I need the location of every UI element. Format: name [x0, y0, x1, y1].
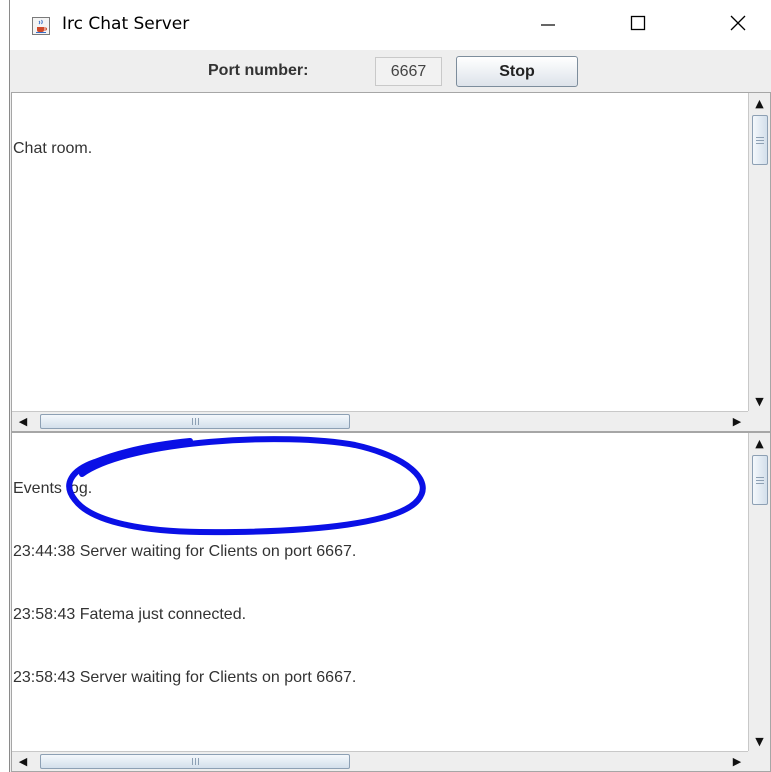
grip-line: [195, 418, 196, 425]
chat-room-text[interactable]: Chat room.: [13, 96, 746, 201]
app-window: Irc Chat Server Port number: 6667 Stop C…: [9, 0, 771, 772]
chat-horizontal-scrollbar[interactable]: ◀ ▶: [12, 411, 748, 431]
scroll-down-arrow-icon[interactable]: ▼: [749, 391, 770, 411]
chat-room-pane: Chat room. ▲ ▼ ◀ ▶: [11, 92, 771, 432]
scrollbar-corner: [748, 411, 770, 431]
grip-line: [756, 480, 764, 481]
maximize-button[interactable]: [606, 0, 670, 50]
log-horizontal-scrollbar[interactable]: ◀ ▶: [12, 751, 748, 771]
minimize-button[interactable]: [516, 0, 580, 50]
grip-line: [756, 140, 764, 141]
log-line: 23:44:38 Server waiting for Clients on p…: [13, 543, 357, 560]
port-label: Port number:: [208, 62, 309, 79]
java-cup-icon: [32, 17, 50, 35]
chat-vertical-scroll-thumb[interactable]: [752, 115, 768, 165]
grip-line: [195, 758, 196, 765]
scrollbar-corner: [748, 751, 770, 771]
events-log-text[interactable]: Events log. 23:44:38 Server waiting for …: [13, 436, 746, 730]
window-title: Irc Chat Server: [62, 14, 190, 34]
scroll-left-arrow-icon[interactable]: ◀: [12, 412, 34, 431]
scroll-left-arrow-icon[interactable]: ◀: [12, 752, 34, 771]
events-log-pane: Events log. 23:44:38 Server waiting for …: [11, 432, 771, 772]
chat-horizontal-scroll-thumb[interactable]: [40, 414, 350, 429]
grip-line: [192, 758, 193, 765]
minimize-icon: [540, 15, 556, 35]
log-line: 23:58:43 Server waiting for Clients on p…: [13, 669, 357, 686]
scroll-right-arrow-icon[interactable]: ▶: [726, 412, 748, 431]
grip-line: [198, 418, 199, 425]
title-bar[interactable]: Irc Chat Server: [10, 0, 771, 50]
log-vertical-scrollbar[interactable]: ▲ ▼: [748, 433, 770, 751]
chat-line: Chat room.: [13, 140, 93, 157]
scroll-up-arrow-icon[interactable]: ▲: [749, 433, 770, 453]
log-line: 23:58:43 Fatema just connected.: [13, 606, 247, 623]
toolbar: Port number: 6667 Stop: [10, 50, 771, 92]
maximize-icon: [630, 15, 646, 35]
close-icon: [729, 14, 747, 36]
scroll-right-arrow-icon[interactable]: ▶: [726, 752, 748, 771]
log-vertical-scroll-thumb[interactable]: [752, 455, 768, 505]
grip-line: [192, 418, 193, 425]
grip-line: [756, 137, 764, 138]
stop-button[interactable]: Stop: [456, 56, 578, 87]
grip-line: [756, 477, 764, 478]
log-line: Events log.: [13, 480, 93, 497]
scroll-up-arrow-icon[interactable]: ▲: [749, 93, 770, 113]
scroll-down-arrow-icon[interactable]: ▼: [749, 731, 770, 751]
grip-line: [756, 143, 764, 144]
grip-line: [198, 758, 199, 765]
port-number-field[interactable]: 6667: [375, 57, 442, 86]
grip-line: [756, 483, 764, 484]
chat-vertical-scrollbar[interactable]: ▲ ▼: [748, 93, 770, 411]
log-horizontal-scroll-thumb[interactable]: [40, 754, 350, 769]
close-button[interactable]: [706, 0, 770, 50]
